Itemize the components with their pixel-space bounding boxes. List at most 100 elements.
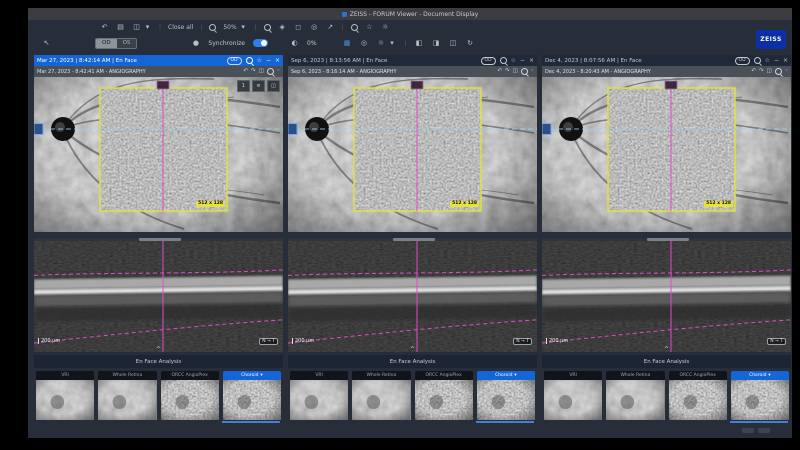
thumb-scroll-indicator[interactable] [222, 421, 280, 423]
close-icon[interactable]: × [783, 57, 788, 65]
thumb-scroll-indicator[interactable] [730, 421, 788, 423]
slab-thumb-choroid[interactable]: Choroid ▾ [730, 371, 789, 420]
slab-thumb-orcc[interactable]: ORCC AngioPlex [414, 371, 473, 420]
rotate-icon[interactable]: ↻ [466, 39, 475, 48]
enface-fundus-view[interactable]: 512 x 128 [288, 77, 537, 232]
layout-grid-icon[interactable]: ▦ [343, 39, 352, 48]
analysis-bar[interactable]: En Face Analysis [288, 355, 537, 368]
slab-label-selected[interactable]: Choroid ▾ [476, 371, 535, 380]
zoom-icon[interactable] [774, 68, 782, 75]
bscan-image[interactable] [288, 241, 537, 352]
enface-image[interactable] [34, 77, 283, 232]
slab-image[interactable] [352, 380, 411, 420]
os-button[interactable]: OS [116, 38, 137, 48]
fullscreen-icon[interactable]: ↗ [326, 23, 335, 32]
analysis-bar[interactable]: En Face Analysis [542, 355, 791, 368]
bscan-view[interactable]: 200 µm N → T ^ [542, 238, 791, 352]
lock-icon[interactable]: ◦ [277, 68, 280, 75]
minimize-icon[interactable]: − [520, 57, 525, 65]
settings-icon[interactable]: ☼ [381, 23, 390, 32]
zoom-in-icon[interactable] [263, 24, 271, 31]
undo-icon[interactable]: ↶ [751, 68, 756, 75]
snapshot-icon[interactable]: ◫ [267, 80, 280, 92]
slab-image[interactable] [730, 380, 789, 420]
tool-settings-menu[interactable]: ☼ ▾ [377, 39, 397, 48]
slab-label-selected[interactable]: Choroid ▾ [730, 371, 789, 380]
slab-image[interactable] [606, 380, 665, 420]
slab-thumb-vri[interactable]: VRI [36, 371, 95, 420]
redo-icon[interactable]: ↷ [251, 68, 256, 75]
fit-screen-icon[interactable]: ◻ [294, 23, 303, 32]
layout-split-icon[interactable]: ≡ [252, 80, 265, 92]
exam-header-3[interactable]: Dec 4, 2023 | 8:07:56 AM | En Face OD ☆ … [542, 55, 791, 66]
close-all-button[interactable]: Close all [168, 24, 193, 31]
layout-icon[interactable]: ◫ [767, 68, 772, 75]
minimize-icon[interactable]: − [266, 57, 271, 65]
zoom-icon[interactable] [520, 68, 528, 75]
zoom-level-select[interactable]: 50% ▾ [223, 23, 247, 32]
layout-icon[interactable]: ◫ [259, 68, 264, 75]
lock-icon[interactable]: ◦ [531, 68, 534, 75]
slab-image[interactable] [544, 380, 603, 420]
slab-image[interactable] [476, 380, 535, 420]
favorite-icon[interactable]: ☆ [511, 57, 516, 65]
window-titlebar[interactable]: ZEISS - FORUM Viewer - Document Display [28, 8, 792, 20]
slab-thumb-whole-retina[interactable]: Whole Retina [606, 371, 665, 420]
undo-icon[interactable]: ↶ [497, 68, 502, 75]
close-icon[interactable]: × [275, 57, 280, 65]
bscan-image[interactable] [542, 241, 791, 352]
save-menu[interactable]: ◫ ▾ [132, 23, 152, 32]
thumb-scroll-indicator[interactable] [476, 421, 534, 423]
collapse-caret-icon[interactable]: ^ [664, 347, 669, 353]
slab-thumb-choroid[interactable]: Choroid ▾ [222, 371, 281, 420]
undo-icon[interactable]: ↶ [243, 68, 248, 75]
close-icon[interactable]: × [529, 57, 534, 65]
slab-thumb-choroid[interactable]: Choroid ▾ [476, 371, 535, 420]
zoom-out-icon[interactable] [209, 24, 217, 31]
slab-image[interactable] [668, 380, 727, 420]
slab-image[interactable] [414, 380, 473, 420]
info-icon[interactable]: ● [191, 39, 200, 48]
image-mode-icon-3[interactable]: ◫ [449, 39, 458, 48]
favorite-icon[interactable]: ☆ [257, 57, 262, 65]
favorite-icon[interactable]: ☆ [765, 57, 770, 65]
slab-label-selected[interactable]: Choroid ▾ [222, 371, 281, 380]
slab-image[interactable] [222, 380, 281, 420]
slab-thumb-vri[interactable]: VRI [290, 371, 349, 420]
enface-image[interactable] [288, 77, 537, 232]
slab-thumb-whole-retina[interactable]: Whole Retina [98, 371, 157, 420]
slab-image[interactable] [160, 380, 219, 420]
redo-icon[interactable]: ↷ [505, 68, 510, 75]
slab-image[interactable] [290, 380, 349, 420]
slab-thumb-vri[interactable]: VRI [544, 371, 603, 420]
search-icon[interactable] [499, 57, 507, 64]
lock-icon[interactable]: ◦ [785, 68, 788, 75]
target-icon[interactable]: ◎ [360, 39, 369, 48]
collapse-caret-icon[interactable]: ^ [410, 347, 415, 353]
crosshair-icon[interactable]: ◎ [310, 23, 319, 32]
layout-icon[interactable]: ◫ [513, 68, 518, 75]
enface-fundus-view[interactable]: 512 x 128 1 ≡ ◫ [34, 77, 283, 232]
enface-fundus-view[interactable]: 512 x 128 [542, 77, 791, 232]
footer-button[interactable] [742, 428, 754, 433]
favorites-icon[interactable]: ☆ [365, 23, 374, 32]
enface-image[interactable] [542, 77, 791, 232]
footer-button[interactable] [758, 428, 770, 433]
image-mode-icon-2[interactable]: ◨ [432, 39, 441, 48]
image-mode-icon-1[interactable]: ◧ [415, 39, 424, 48]
zoom-icon[interactable] [266, 68, 274, 75]
exam-header-2[interactable]: Sep 6, 2023 | 8:13:56 AM | En Face OD ☆ … [288, 55, 537, 66]
slab-thumb-orcc[interactable]: ORCC AngioPlex [160, 371, 219, 420]
print-icon[interactable]: ▤ [116, 23, 125, 32]
exam-header-1[interactable]: Mar 27, 2023 | 8:42:14 AM | En Face OD ☆… [34, 55, 283, 66]
analysis-bar[interactable]: En Face Analysis [34, 355, 283, 368]
pan-hand-icon[interactable]: ◈ [278, 23, 287, 32]
od-button[interactable]: OD [96, 38, 117, 48]
synchronize-toggle[interactable] [253, 39, 268, 47]
slab-image[interactable] [98, 380, 157, 420]
slab-thumb-orcc[interactable]: ORCC AngioPlex [668, 371, 727, 420]
opacity-icon[interactable]: ◐ [290, 39, 299, 48]
pointer-tool-icon[interactable]: ↖ [42, 39, 51, 48]
redo-icon[interactable]: ↷ [759, 68, 764, 75]
minimize-icon[interactable]: − [774, 57, 779, 65]
